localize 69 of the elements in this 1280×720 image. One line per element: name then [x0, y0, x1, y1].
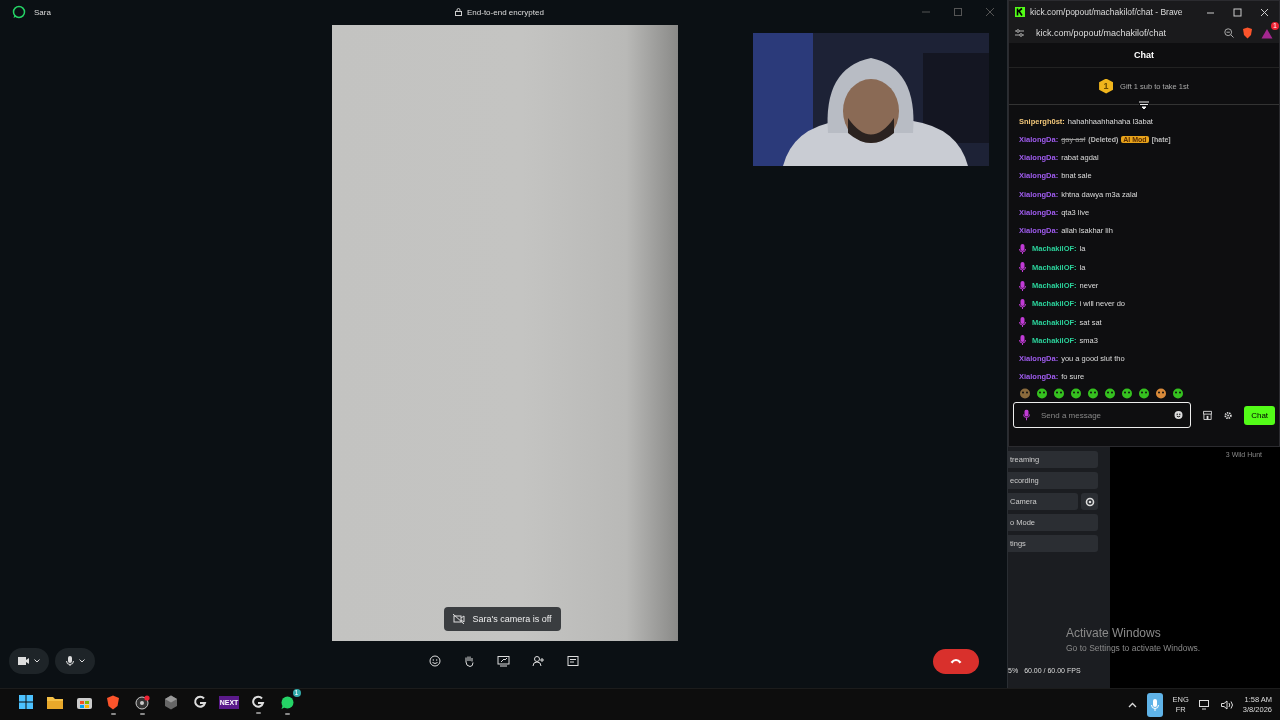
g-logo-icon[interactable] — [251, 695, 265, 709]
windows-start-icon[interactable] — [19, 695, 33, 709]
microphone-badge-icon — [1019, 280, 1026, 291]
address-bar[interactable]: kick.com/popout/machakilof/chat — [1036, 28, 1216, 38]
window-title: kick.com/popout/machakilof/chat - Brave — [1030, 7, 1183, 17]
gift-rank-badge: 1 — [1099, 78, 1114, 94]
microphone-badge-icon — [1019, 317, 1026, 328]
microphone-icon — [1023, 409, 1030, 421]
site-settings-icon[interactable] — [1015, 29, 1024, 37]
settings-button[interactable] — [1081, 493, 1098, 510]
emote-icon[interactable] — [1104, 387, 1116, 399]
zoom-out-icon[interactable] — [1224, 28, 1234, 38]
settings-icon[interactable] — [1224, 410, 1233, 420]
raise-hand-icon[interactable] — [463, 655, 475, 668]
speaker-icon[interactable] — [1220, 699, 1233, 710]
phone-icon — [950, 658, 962, 665]
microphone-badge-icon — [1019, 298, 1026, 309]
emote-icon[interactable] — [1036, 387, 1048, 399]
whatsapp-icon — [12, 5, 26, 20]
camera-off-text: Sara's camera is off — [472, 613, 552, 624]
pinned-toggle-icon[interactable] — [1139, 100, 1149, 109]
add-person-icon[interactable] — [532, 655, 545, 668]
emote-icon[interactable] — [1019, 387, 1031, 399]
microphone-badge-icon — [1019, 335, 1026, 346]
chat-title: Chat — [1009, 43, 1279, 68]
message-input[interactable]: Send a message — [1013, 402, 1191, 428]
brave-shield-icon[interactable] — [1242, 27, 1253, 39]
emote-icon[interactable] — [1087, 387, 1099, 399]
camera-toggle[interactable] — [9, 648, 49, 675]
microphone-badge-icon — [1019, 262, 1026, 273]
emote-icon[interactable] — [1172, 387, 1184, 399]
gear-icon — [1084, 496, 1095, 507]
emote-icon[interactable] — [1070, 387, 1082, 399]
camera-off-icon — [453, 613, 466, 624]
emote-icon[interactable] — [1155, 387, 1167, 399]
chevron-up-icon[interactable] — [1127, 701, 1137, 708]
store-icon[interactable] — [1203, 410, 1213, 420]
kick-logo-icon — [1015, 7, 1025, 17]
activation-title: Activate Windows — [1066, 626, 1162, 640]
lion-shield-icon[interactable] — [106, 694, 120, 710]
rewards-icon[interactable] — [1261, 27, 1273, 39]
activation-message: Go to Settings to activate Windows. — [1066, 643, 1201, 653]
caret-icon[interactable] — [78, 659, 85, 664]
g-logo-icon[interactable] — [193, 695, 207, 709]
lock-icon — [455, 8, 462, 17]
microphone-icon — [1150, 698, 1159, 711]
whatsapp-icon[interactable] — [279, 694, 295, 710]
contact-name: Sara — [34, 7, 51, 17]
end-call-button[interactable] — [933, 648, 979, 674]
emoji-icon[interactable] — [429, 655, 441, 668]
record-disc-icon[interactable] — [134, 694, 150, 710]
network-icon[interactable] — [1198, 699, 1211, 710]
emote-icon[interactable] — [1138, 387, 1150, 399]
microphone-toggle[interactable] — [55, 648, 95, 675]
emoji-icon[interactable] — [1174, 410, 1183, 420]
microphone-icon — [65, 656, 74, 667]
caret-icon[interactable] — [34, 659, 40, 664]
emote-icon[interactable] — [1053, 387, 1065, 399]
screen-share-icon[interactable] — [497, 655, 510, 668]
panel-icon[interactable] — [567, 655, 579, 668]
microphone-button[interactable] — [1146, 692, 1163, 717]
encryption-label: End-to-end encrypted — [467, 7, 544, 17]
folder-icon[interactable] — [47, 695, 63, 709]
microphone-badge-icon — [1019, 244, 1026, 254]
store-icon[interactable] — [76, 695, 92, 709]
hexagon-icon[interactable] — [164, 694, 178, 710]
send-button[interactable]: Chat — [1244, 405, 1275, 425]
emote-icon[interactable] — [1121, 387, 1133, 399]
video-camera-icon — [18, 656, 29, 667]
